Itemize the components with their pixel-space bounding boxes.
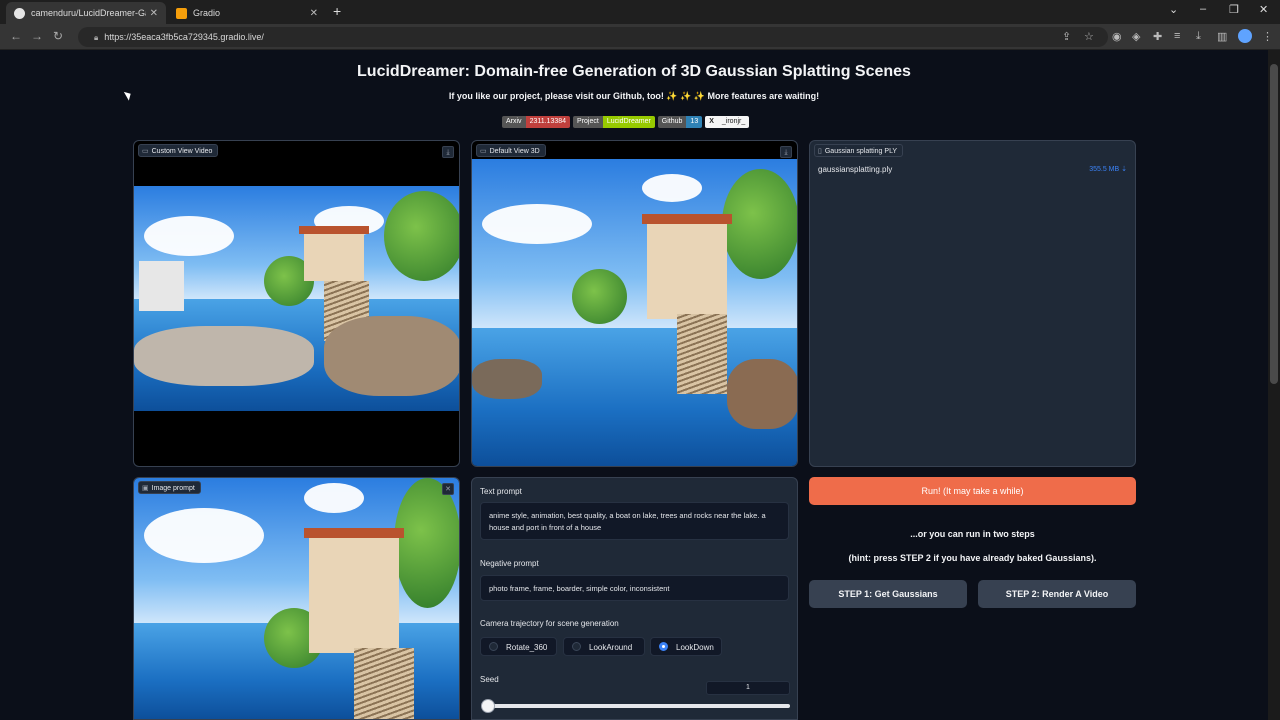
sidepanel-icon[interactable]: ▥ [1217,30,1227,43]
lock-icon: 🔒︎ [94,33,99,42]
forward-icon[interactable]: → [31,29,43,43]
download-icon[interactable]: ⤓ [780,146,792,158]
panel-label: ▣ Image prompt [138,481,201,494]
radio-label: LookDown [676,643,714,652]
video-frame[interactable] [134,186,459,411]
default-view-3d-panel[interactable]: ▭ Default View 3D ⤓ [471,140,798,467]
tab-github[interactable]: camenduru/LucidDreamer-Gau ✕ [6,2,166,24]
panel-label: ▭ Default View 3D [476,144,546,157]
video-icon: ▭ [480,148,487,155]
page-subtitle: If you like our project, please visit ou… [448,91,820,101]
minimize-icon[interactable]: – [1200,3,1206,15]
panel-label-text: Default View 3D [489,148,540,155]
file-icon: ▯ [818,148,822,155]
download-icon[interactable]: ⤓ [1196,30,1201,43]
badge-row: Arxiv 2311.13384 Project LucidDreamer Gi… [502,116,750,128]
gaussian-ply-panel: ▯ Gaussian splatting PLY gaussiansplattin… [809,140,1136,467]
share-icon[interactable]: ⇪ [1062,30,1071,43]
browser-tab-bar: camenduru/LucidDreamer-Gau ✕ Gradio ✕ + … [0,0,1280,24]
address-bar-row: ← → ↻ 🔒︎ https://35eaca3fb5ca729345.gradi… [0,24,1280,50]
tab-gradio[interactable]: Gradio ✕ [168,2,326,24]
badge-label: Project [573,116,603,128]
text-prompt-input[interactable]: anime style, animation, best quality, a … [480,502,789,540]
two-steps-text: ...or you can run in two steps [910,529,1035,539]
badge-value: 2311.13384 [525,116,571,128]
project-badge[interactable]: Project LucidDreamer [573,116,655,128]
file-size[interactable]: 355.5 MB ⇣ [1089,165,1127,173]
radio-label: Rotate_360 [506,643,548,652]
negative-prompt-label: Negative prompt [480,559,539,568]
window-close-icon[interactable]: ✕ [1259,3,1268,16]
page-title: LucidDreamer: Domain-free Generation of … [357,63,911,80]
badge-label: Arxiv [502,116,526,128]
star-icon[interactable]: ☆ [1084,30,1094,43]
gradio-icon [176,7,187,19]
prompt-form: Text prompt anime style, animation, best… [471,477,798,720]
file-name[interactable]: gaussiansplatting.ply [818,165,892,174]
radio-label: LookAround [589,643,633,652]
image-prompt-panel[interactable]: ▣ Image prompt ✕ [133,477,460,720]
radio-rotate-360[interactable]: Rotate_360 [480,637,557,656]
close-icon[interactable]: ✕ [442,483,454,495]
seed-slider-track[interactable] [488,704,790,708]
x-icon: X [705,116,718,128]
radio-dot [572,642,581,651]
puzzle-icon[interactable]: ✚ [1153,30,1162,43]
badge-value: LucidDreamer [602,116,655,128]
extension-icon[interactable]: ◉ [1112,30,1122,43]
radio-lookdown[interactable]: LookDown [650,637,722,656]
seed-label: Seed [480,675,499,684]
step1-button[interactable]: STEP 1: Get Gaussians [809,580,967,608]
file-row[interactable]: gaussiansplatting.ply 355.5 MB ⇣ [818,165,1127,179]
github-icon [14,7,25,19]
radio-dot-selected [659,642,668,651]
url-text: https://35eaca3fb5ca729345.gradio.live/ [104,32,264,42]
negative-prompt-input[interactable]: photo frame, frame, boarder, simple colo… [480,575,789,601]
step2-button[interactable]: STEP 2: Render A Video [978,580,1136,608]
chevron-down-icon[interactable]: ⌄ [1169,3,1178,16]
radio-dot [489,642,498,651]
url-field[interactable]: 🔒︎ https://35eaca3fb5ca729345.gradio.live… [78,27,1108,47]
tab-label: camenduru/LucidDreamer-Gau [31,8,146,18]
avatar[interactable] [1238,29,1252,43]
panel-label: ▭ Custom View Video [138,144,219,157]
download-icon[interactable]: ⤓ [442,146,454,158]
page-scrollbar[interactable] [1268,50,1280,720]
custom-view-video-panel[interactable]: ▭ Custom View Video ⤓ [133,140,460,467]
trajectory-label: Camera trajectory for scene generation [480,619,619,628]
image-icon: ▣ [142,485,149,492]
seed-slider-handle[interactable] [481,699,495,713]
menu-icon[interactable]: ⋮ [1262,30,1273,43]
seed-number-input[interactable]: 1 [706,681,790,695]
hint-text: (hint: press STEP 2 if you have already … [848,553,1097,563]
close-icon[interactable]: ✕ [150,8,158,19]
badge-value: _ironjr_ [717,116,750,128]
reload-icon[interactable]: ↻ [53,29,63,43]
back-icon[interactable]: ← [10,29,22,43]
badge-label: Github [657,116,687,128]
default-view-frame[interactable] [472,159,797,466]
panel-label: ▯ Gaussian splatting PLY [814,144,904,157]
gradio-page: LucidDreamer: Domain-free Generation of … [0,50,1268,720]
radio-lookaround[interactable]: LookAround [563,637,645,656]
arxiv-badge[interactable]: Arxiv 2311.13384 [502,116,571,128]
text-prompt-label: Text prompt [480,487,522,496]
run-button[interactable]: Run! (It may take a while) [809,477,1136,505]
x-badge[interactable]: X _ironjr_ [705,116,750,128]
extension-icon[interactable]: ◈ [1132,30,1140,43]
tab-label: Gradio [193,8,221,18]
github-badge[interactable]: Github 13 [657,116,703,128]
panel-label-text: Custom View Video [151,148,213,155]
panel-label-text: Image prompt [151,485,195,492]
media-icon[interactable]: ≡ [1174,30,1180,42]
panel-label-text: Gaussian splatting PLY [824,148,898,155]
video-icon: ▭ [142,148,149,155]
restore-icon[interactable]: ❐ [1229,3,1239,16]
close-icon[interactable]: ✕ [310,8,318,19]
scrollbar-thumb[interactable] [1270,64,1278,384]
badge-value: 13 [686,116,703,128]
image-prompt-image [134,478,459,719]
new-tab-icon[interactable]: + [333,3,341,19]
